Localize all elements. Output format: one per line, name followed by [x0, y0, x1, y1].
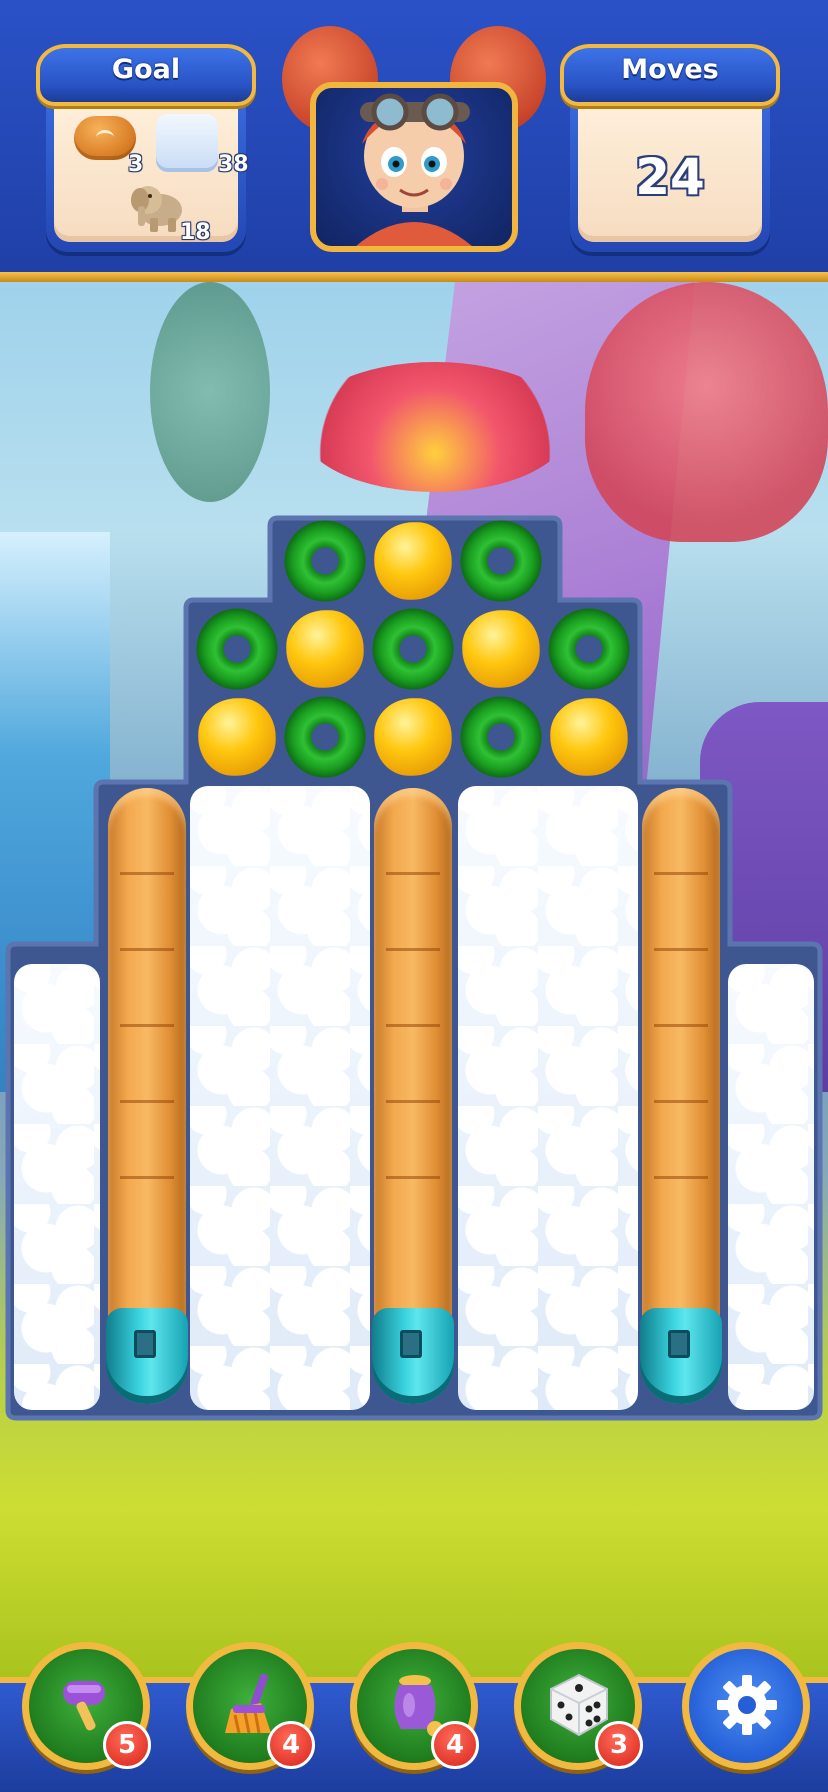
top-hud: Goal 3 38 18 Moves 24 [0, 0, 828, 282]
piece-green-donut[interactable] [282, 694, 368, 780]
cannon-launcher[interactable] [106, 1308, 188, 1404]
moves-label: Moves [621, 54, 719, 85]
piece-yellow-lemon[interactable] [462, 610, 540, 688]
goal-snow [156, 114, 218, 172]
header-gold-rim [0, 272, 828, 282]
baguette-blocker[interactable] [642, 788, 720, 1328]
booster-count-badge: 3 [595, 1721, 643, 1769]
girl-character-icon [356, 93, 472, 246]
snow-block-column[interactable] [190, 786, 370, 1410]
booster-dice-button[interactable]: 3 [514, 1642, 643, 1770]
baguette-icon [74, 116, 136, 160]
goal-baguette [74, 116, 136, 160]
moves-counter: 24 [635, 148, 705, 206]
goal-elephant-count: 18 [180, 220, 211, 245]
goal-elephant [128, 176, 188, 240]
moves-panel: Moves 24 [560, 44, 780, 256]
booster-mallet-button[interactable]: 5 [22, 1642, 151, 1770]
piece-yellow-lemon[interactable] [374, 698, 452, 776]
piece-yellow-lemon[interactable] [550, 698, 628, 776]
booster-broom-button[interactable]: 4 [186, 1642, 315, 1770]
game-scene [0, 282, 828, 1677]
booster-count-badge: 5 [103, 1721, 151, 1769]
snow-block-column[interactable] [458, 786, 638, 1410]
piece-green-donut[interactable] [370, 606, 456, 692]
gear-icon [717, 1675, 777, 1735]
booster-count-badge: 4 [267, 1721, 315, 1769]
baguette-blocker[interactable] [374, 788, 452, 1328]
piece-green-donut[interactable] [282, 518, 368, 604]
booster-count-badge: 4 [431, 1721, 479, 1769]
piece-yellow-lemon[interactable] [198, 698, 276, 776]
character-portrait [310, 82, 518, 252]
cannon-launcher[interactable] [372, 1308, 454, 1404]
snow-block-icon [156, 114, 218, 172]
goal-baguette-count: 3 [128, 152, 144, 177]
elephant-toy-icon [131, 186, 182, 232]
cannon-slot [134, 1330, 156, 1358]
settings-button[interactable] [682, 1642, 810, 1770]
piece-yellow-lemon[interactable] [286, 610, 364, 688]
piece-yellow-lemon[interactable] [374, 522, 452, 600]
cannon-slot [668, 1330, 690, 1358]
cannon-launcher[interactable] [640, 1308, 722, 1404]
goal-snow-count: 38 [218, 152, 249, 177]
piece-green-donut[interactable] [194, 606, 280, 692]
baguette-blocker[interactable] [108, 788, 186, 1328]
snow-block-column[interactable] [14, 964, 100, 1410]
snow-block-column[interactable] [728, 964, 814, 1410]
goal-label: Goal [111, 54, 181, 85]
piece-green-donut[interactable] [458, 694, 544, 780]
piece-green-donut[interactable] [458, 518, 544, 604]
booster-potion-button[interactable]: 4 [350, 1642, 479, 1770]
piece-green-donut[interactable] [546, 606, 632, 692]
goal-panel: Goal 3 38 18 [36, 44, 256, 256]
cannon-slot [400, 1330, 422, 1358]
